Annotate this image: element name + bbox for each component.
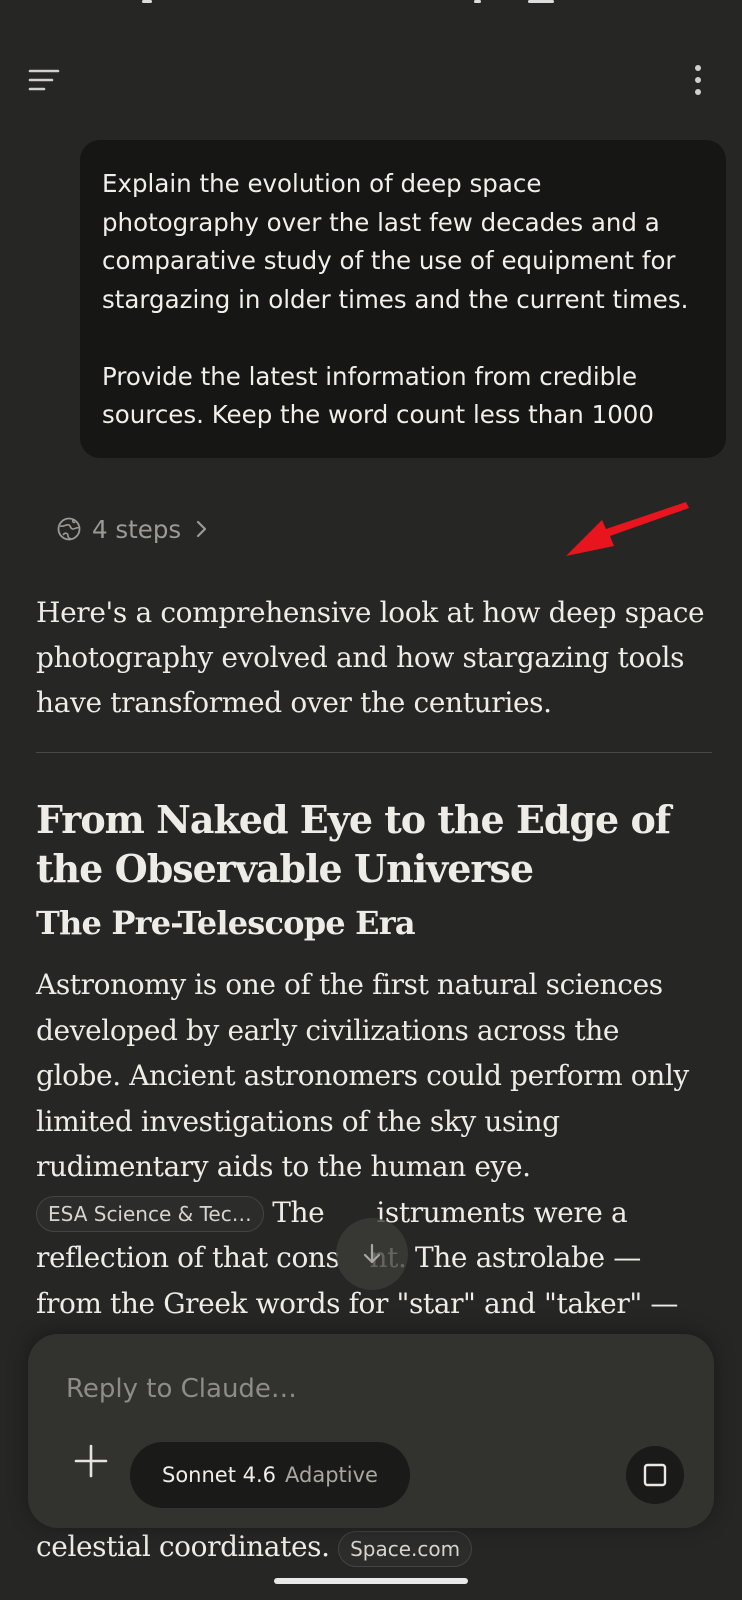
- battery-icon: [528, 0, 554, 3]
- paragraph-text: from the Greek words for "star" and "tak…: [36, 1286, 678, 1320]
- menu-button[interactable]: [22, 62, 66, 102]
- globe-icon: [57, 517, 81, 541]
- more-options-button[interactable]: [676, 62, 720, 102]
- status-bar-glyph: [142, 0, 152, 3]
- reply-input[interactable]: [64, 1366, 588, 1412]
- citation-chip[interactable]: ESA Science & Tec…: [36, 1196, 264, 1232]
- status-bar: [0, 0, 742, 8]
- add-attachment-button[interactable]: [66, 1436, 116, 1486]
- hamburger-icon: [28, 69, 60, 91]
- reply-composer: Sonnet 4.6 Adaptive: [28, 1334, 714, 1528]
- response-intro: Here's a comprehensive look at how deep …: [36, 596, 705, 719]
- model-selector-button[interactable]: Sonnet 4.6 Adaptive: [130, 1442, 410, 1508]
- arrow-down-icon: [363, 1243, 381, 1264]
- scroll-to-bottom-button[interactable]: [336, 1218, 408, 1290]
- model-mode: Adaptive: [285, 1463, 378, 1487]
- paragraph-text: The: [272, 1195, 325, 1229]
- paragraph-text: istruments were a: [376, 1195, 628, 1229]
- stop-button[interactable]: [626, 1446, 684, 1504]
- response-heading: From Naked Eye to the Edge of the Observ…: [36, 797, 671, 891]
- model-name: Sonnet 4.6: [162, 1463, 277, 1487]
- home-indicator: [274, 1578, 468, 1584]
- status-bar-glyph: [474, 0, 481, 3]
- response-subheading: The Pre-Telescope Era: [36, 904, 416, 942]
- paragraph-text: celestial coordinates.: [36, 1530, 330, 1563]
- more-vertical-icon: [695, 65, 701, 95]
- response-tail: celestial coordinates. Space.com: [36, 1530, 473, 1567]
- stop-icon: [643, 1463, 667, 1487]
- paragraph-text: reflection of that cons: [36, 1241, 340, 1274]
- chat-screen: Explain the evolution of deep space phot…: [0, 0, 742, 1600]
- section-divider: [36, 752, 712, 753]
- paragraph-text: nt. The astrolabe —: [369, 1241, 642, 1274]
- plus-icon: [74, 1444, 108, 1478]
- user-message: Explain the evolution of deep space phot…: [80, 140, 726, 458]
- paragraph-text: Astronomy is one of the first natural sc…: [36, 968, 689, 1183]
- steps-toggle[interactable]: 4 steps: [56, 510, 213, 548]
- chevron-right-icon: [197, 520, 207, 538]
- assistant-response: Here's a comprehensive look at how deep …: [36, 590, 712, 1326]
- red-arrow-annotation: [566, 502, 689, 556]
- citation-chip[interactable]: Space.com: [338, 1530, 473, 1567]
- steps-label: 4 steps: [92, 514, 182, 544]
